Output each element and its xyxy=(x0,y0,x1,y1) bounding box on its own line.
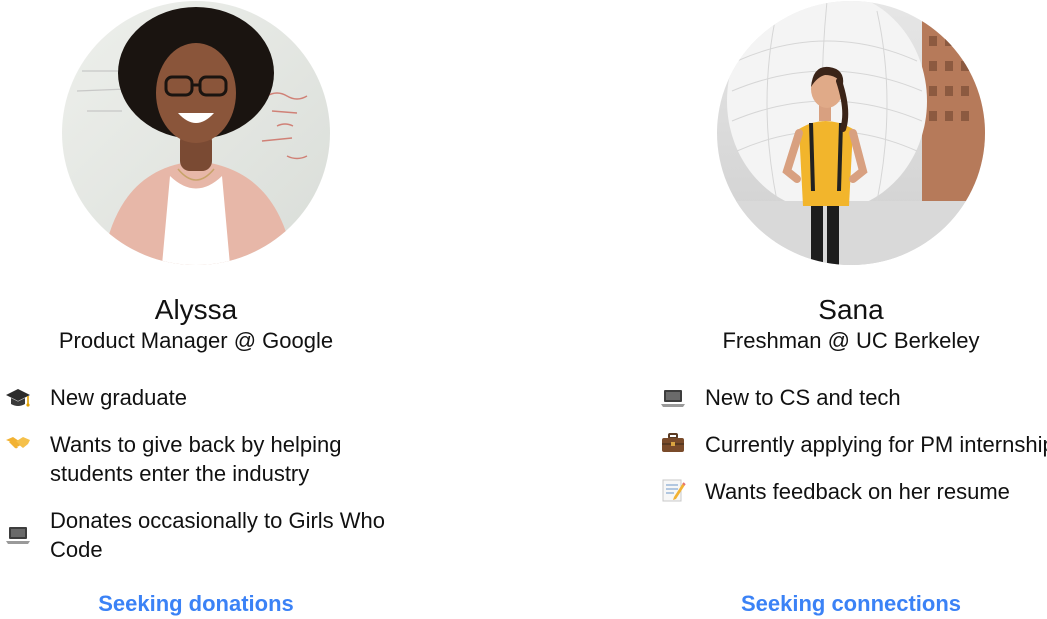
trait-item: New graduate xyxy=(0,383,430,412)
persona-card-alyssa: Alyssa Product Manager @ Google New grad… xyxy=(0,0,440,619)
laptop-icon xyxy=(5,522,31,548)
trait-item: New to CS and tech xyxy=(655,383,1047,412)
avatar-photo xyxy=(62,1,330,265)
trait-text: Currently applying for PM internships xyxy=(705,432,1047,457)
trait-item: Wants feedback on her resume xyxy=(655,477,1047,506)
seeking-donations-link[interactable]: Seeking donations xyxy=(0,590,392,618)
persona-name: Alyssa xyxy=(154,294,238,325)
handshake-icon xyxy=(5,430,31,456)
avatar-illustration xyxy=(717,1,985,265)
graduation-cap-icon xyxy=(5,385,31,411)
persona-role: Freshman @ UC Berkeley xyxy=(722,328,980,353)
avatar-photo xyxy=(717,1,985,265)
memo-icon xyxy=(660,477,686,503)
trait-text: Wants feedback on her resume xyxy=(705,479,1010,504)
trait-item: Wants to give back by helping students e… xyxy=(0,430,430,488)
seeking-connections-link[interactable]: Seeking connections xyxy=(655,590,1047,618)
laptop-icon xyxy=(660,385,686,411)
trait-text: New to CS and tech xyxy=(705,385,901,410)
trait-item: Currently applying for PM internships xyxy=(655,430,1047,459)
avatar-illustration xyxy=(62,1,330,265)
trait-text: Wants to give back by helping students e… xyxy=(50,432,342,486)
persona-name: Sana xyxy=(818,294,884,325)
persona-role: Product Manager @ Google xyxy=(58,328,334,353)
persona-card-sana: Sana Freshman @ UC Berkeley New to CS an… xyxy=(655,0,1047,619)
trait-list: New graduate Wants to give back by helpi… xyxy=(0,383,430,582)
trait-item: Donates occasionally to Girls Who Code xyxy=(0,506,430,564)
trait-list: New to CS and tech Currently applying fo… xyxy=(655,383,1047,524)
briefcase-icon xyxy=(660,430,686,456)
trait-text: New graduate xyxy=(50,385,187,410)
trait-text: Donates occasionally to Girls Who Code xyxy=(50,508,386,562)
